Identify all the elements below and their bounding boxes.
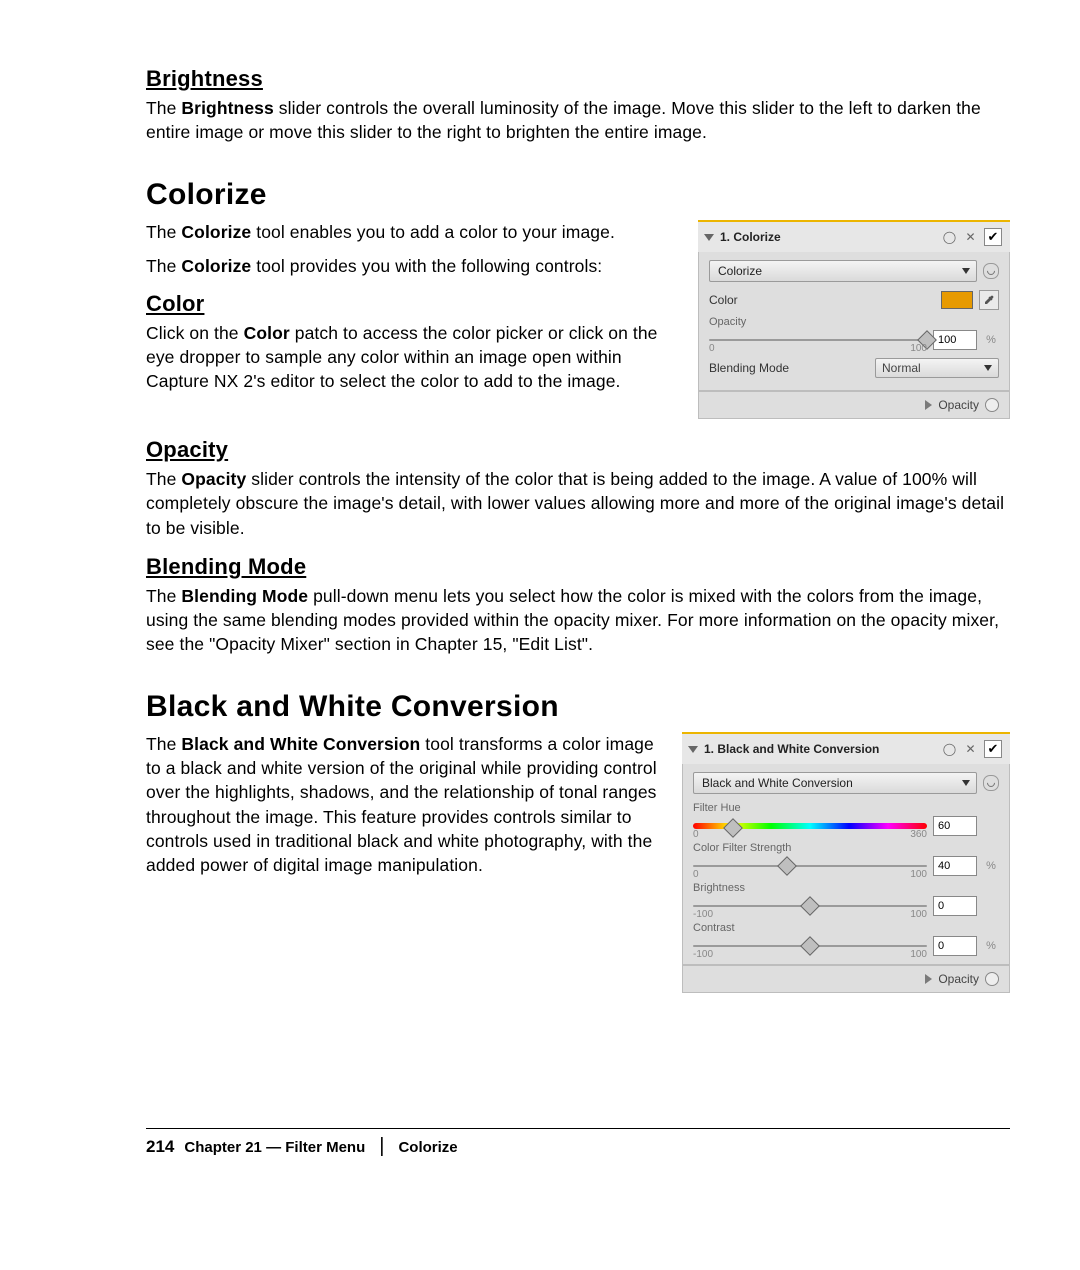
para-bw: The Black and White Conversion tool tran…	[146, 732, 664, 877]
minimize-icon[interactable]: ◯	[942, 230, 957, 245]
enable-checkbox[interactable]: ✔	[984, 228, 1002, 246]
slider-max: 100	[910, 869, 927, 880]
slider-max: 100	[910, 909, 927, 920]
para-blending: The Blending Mode pull-down menu lets yo…	[146, 584, 1010, 656]
bw-brightness-slider[interactable]: -100 100	[693, 898, 927, 914]
reset-icon[interactable]	[983, 263, 999, 279]
panel-colorize: 1. Colorize ◯ ✕ ✔ Colorize Color	[698, 220, 1010, 419]
filter-hue-label: Filter Hue	[693, 802, 999, 814]
strength-slider[interactable]: 0 100	[693, 858, 927, 874]
text: tool provides you with the following con…	[251, 256, 602, 276]
strength-unit: %	[983, 860, 999, 872]
triangle-down-icon[interactable]	[704, 234, 714, 241]
text-bold: Black and White Conversion	[181, 734, 420, 754]
select-value: Colorize	[718, 264, 762, 278]
panel-title: 1. Colorize	[720, 230, 781, 244]
reset-icon[interactable]	[983, 775, 999, 791]
strength-label: Color Filter Strength	[693, 842, 999, 854]
select-value: Black and White Conversion	[702, 776, 853, 790]
slider-min: 0	[693, 829, 699, 840]
enable-checkbox[interactable]: ✔	[984, 740, 1002, 758]
effect-select[interactable]: Black and White Conversion	[693, 772, 977, 794]
text: The	[146, 734, 181, 754]
triangle-right-icon[interactable]	[925, 974, 932, 984]
opacity-slider[interactable]: 0 100	[709, 332, 927, 348]
panel-title: 1. Black and White Conversion	[704, 742, 879, 756]
blending-label: Blending Mode	[709, 361, 869, 375]
triangle-down-icon[interactable]	[688, 746, 698, 753]
heading-bw: Black and White Conversion	[146, 690, 1010, 724]
text-bold: Blending Mode	[181, 586, 308, 606]
blending-value: Normal	[882, 361, 921, 375]
text-bold: Brightness	[181, 98, 273, 118]
bw-brightness-value[interactable]: 0	[933, 896, 977, 916]
chevron-down-icon	[962, 268, 970, 274]
chevron-down-icon	[962, 780, 970, 786]
slider-min: -100	[693, 909, 713, 920]
blending-mode-select[interactable]: Normal	[875, 358, 999, 378]
opacity-unit: %	[983, 334, 999, 346]
footer-opacity-label: Opacity	[938, 398, 979, 412]
text-bold: Colorize	[181, 222, 251, 242]
chevron-down-icon	[984, 365, 992, 371]
para-brightness: The Brightness slider controls the overa…	[146, 96, 1010, 144]
para-colorize-intro1: The Colorize tool enables you to add a c…	[146, 220, 680, 244]
heading-colorize: Colorize	[146, 178, 1010, 212]
contrast-slider[interactable]: -100 100	[693, 938, 927, 954]
footer-separator: |	[379, 1135, 384, 1158]
slider-max: 360	[910, 829, 927, 840]
bw-brightness-label: Brightness	[693, 882, 999, 894]
text: tool transforms a color image to a black…	[146, 734, 657, 875]
panel-bw: 1. Black and White Conversion ◯ ✕ ✔ Blac…	[682, 732, 1010, 993]
minimize-icon[interactable]: ◯	[942, 742, 957, 757]
contrast-unit: %	[983, 940, 999, 952]
footer-section: Colorize	[398, 1139, 457, 1156]
triangle-right-icon[interactable]	[925, 400, 932, 410]
heading-opacity: Opacity	[146, 437, 1010, 463]
close-icon[interactable]: ✕	[963, 742, 978, 757]
color-label: Color	[709, 293, 935, 307]
heading-color: Color	[146, 291, 680, 317]
para-color: Click on the Color patch to access the c…	[146, 321, 680, 393]
page-number: 214	[146, 1137, 174, 1157]
text: The	[146, 256, 181, 276]
heading-blending: Blending Mode	[146, 554, 1010, 580]
eyedropper-icon	[983, 294, 995, 306]
footer-opacity-label: Opacity	[938, 972, 979, 986]
heading-brightness: Brightness	[146, 66, 1010, 92]
text: tool enables you to add a color to your …	[251, 222, 615, 242]
text-bold: Color	[244, 323, 290, 343]
close-icon[interactable]: ✕	[963, 230, 978, 245]
effect-select[interactable]: Colorize	[709, 260, 977, 282]
para-opacity: The Opacity slider controls the intensit…	[146, 467, 1010, 539]
opacity-label: Opacity	[709, 316, 999, 328]
text: The	[146, 586, 181, 606]
opacity-radio[interactable]	[985, 398, 999, 412]
contrast-label: Contrast	[693, 922, 999, 934]
slider-min: -100	[693, 949, 713, 960]
text-bold: Colorize	[181, 256, 251, 276]
contrast-value[interactable]: 0	[933, 936, 977, 956]
para-colorize-intro2: The Colorize tool provides you with the …	[146, 254, 680, 278]
slider-min: 0	[709, 343, 715, 354]
footer-chapter: Chapter 21 — Filter Menu	[184, 1139, 365, 1156]
text: Click on the	[146, 323, 244, 343]
text: slider controls the intensity of the col…	[146, 469, 1004, 537]
eyedropper-button[interactable]	[979, 290, 999, 310]
text: The	[146, 469, 181, 489]
strength-value[interactable]: 40	[933, 856, 977, 876]
slider-max: 100	[910, 343, 927, 354]
page-footer: 214 Chapter 21 — Filter Menu | Colorize	[146, 1128, 1010, 1158]
filter-hue-slider[interactable]: 0 360	[693, 818, 927, 834]
color-swatch[interactable]	[941, 291, 973, 309]
text: The	[146, 98, 181, 118]
slider-min: 0	[693, 869, 699, 880]
text-bold: Opacity	[181, 469, 246, 489]
slider-max: 100	[910, 949, 927, 960]
filter-hue-value[interactable]: 60	[933, 816, 977, 836]
text: The	[146, 222, 181, 242]
opacity-radio[interactable]	[985, 972, 999, 986]
opacity-value[interactable]: 100	[933, 330, 977, 350]
